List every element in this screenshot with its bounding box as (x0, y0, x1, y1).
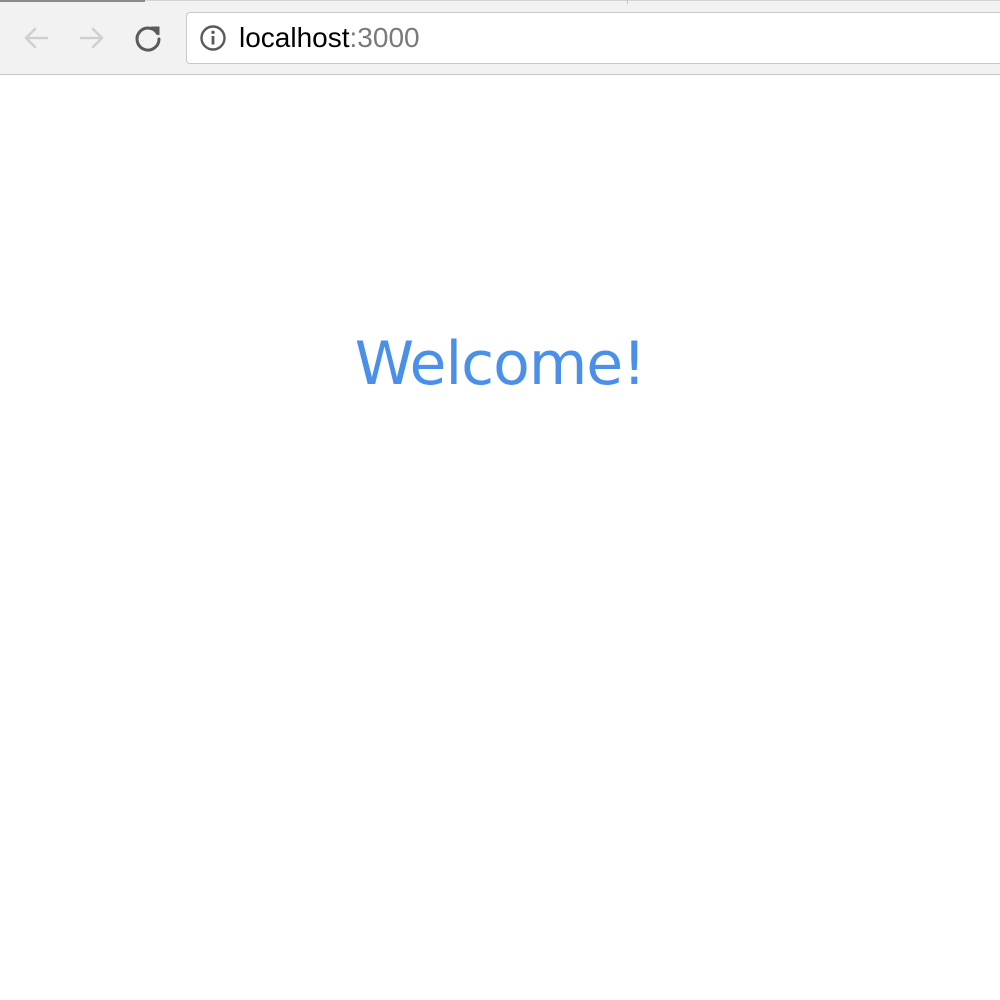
browser-toolbar: localhost:3000 (0, 0, 1000, 75)
arrow-left-icon (24, 27, 49, 49)
info-icon[interactable] (199, 24, 227, 52)
tab-strip-active-edge (0, 0, 145, 2)
welcome-heading: Welcome! (354, 329, 647, 399)
page-content: Welcome! (0, 76, 1000, 1000)
tab-strip-divider (145, 0, 1000, 1)
reload-icon (135, 26, 161, 52)
address-bar[interactable]: localhost:3000 (186, 12, 1000, 64)
reload-button[interactable] (130, 20, 166, 56)
back-button[interactable] (18, 20, 54, 56)
url-port: 3000 (357, 22, 420, 53)
arrow-right-icon (79, 27, 104, 49)
url-host: localhost (239, 22, 350, 53)
forward-button[interactable] (74, 20, 110, 56)
url-text[interactable]: localhost:3000 (239, 24, 420, 52)
tab-strip-tick (627, 0, 628, 4)
